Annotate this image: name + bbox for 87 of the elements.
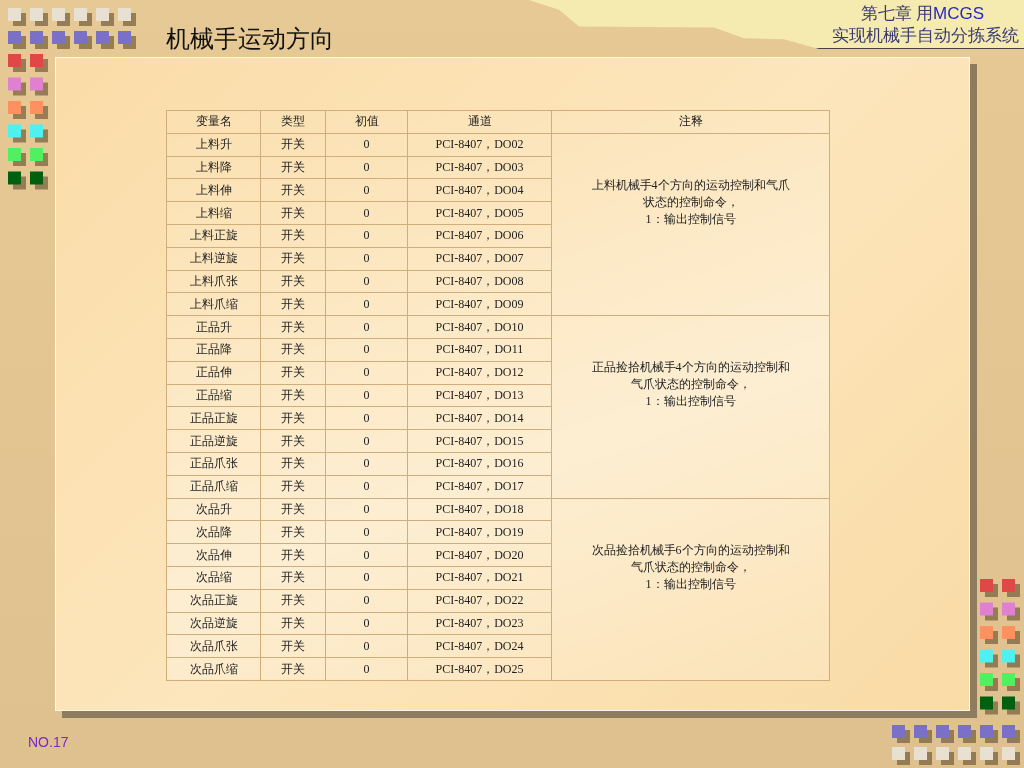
note-cell: 正品捡拾机械手4个方向的运动控制和 气爪状态的控制命令， 1：输出控制信号 — [551, 315, 830, 499]
table-cell: 开关 — [260, 201, 326, 225]
column-header: 变量名 — [166, 110, 261, 134]
table-cell: 开关 — [260, 292, 326, 316]
table-cell: 上料降 — [166, 156, 261, 179]
table-cell: 0 — [325, 498, 408, 521]
table-cell: 开关 — [260, 133, 326, 157]
table-cell: 上料正旋 — [166, 224, 261, 248]
table-cell: 次品爪张 — [166, 634, 261, 658]
table-cell: 开关 — [260, 634, 326, 658]
table-cell: 开关 — [260, 247, 326, 271]
table-cell: 0 — [325, 270, 408, 293]
table-cell: 次品缩 — [166, 566, 261, 590]
table-cell: 0 — [325, 589, 408, 613]
column-header: 初值 — [325, 110, 408, 134]
table-cell: 开关 — [260, 520, 326, 544]
table-cell: 0 — [325, 201, 408, 225]
table-cell: 开关 — [260, 657, 326, 681]
table-cell: 0 — [325, 247, 408, 271]
table-cell: PCI-8407，DO02 — [407, 133, 552, 157]
note-cell: 次品捡拾机械手6个方向的运动控制和 气爪状态的控制命令， 1：输出控制信号 — [551, 498, 830, 681]
table-cell: 开关 — [260, 498, 326, 521]
table-cell: 上料爪缩 — [166, 292, 261, 316]
table-cell: 正品正旋 — [166, 406, 261, 430]
table-cell: 次品降 — [166, 520, 261, 544]
table-cell: 正品缩 — [166, 384, 261, 407]
table-cell: 开关 — [260, 384, 326, 407]
table-cell: 0 — [325, 406, 408, 430]
table-cell: 开关 — [260, 429, 326, 453]
table-cell: 开关 — [260, 543, 326, 567]
table-cell: 0 — [325, 224, 408, 248]
table-cell: 开关 — [260, 224, 326, 248]
table-cell: 上料爪张 — [166, 270, 261, 293]
column-header: 注释 — [551, 110, 830, 134]
table-cell: PCI-8407，DO18 — [407, 498, 552, 521]
table-cell: 开关 — [260, 452, 326, 476]
column-header: 类型 — [260, 110, 326, 134]
table-cell: 0 — [325, 178, 408, 202]
chapter-title: 第七章 用MCGS — [860, 3, 984, 25]
table-cell: 开关 — [260, 566, 326, 590]
table-cell: 0 — [325, 543, 408, 567]
table-cell: 0 — [325, 566, 408, 590]
table-cell: 次品爪缩 — [166, 657, 261, 681]
page-number: NO.17 — [28, 734, 69, 750]
table-cell: PCI-8407，DO10 — [407, 315, 552, 339]
table-cell: 0 — [325, 452, 408, 476]
table-cell: 正品降 — [166, 338, 261, 362]
chapter-subtitle: 实现机械手自动分拣系统 — [832, 25, 1019, 47]
table-cell: 0 — [325, 429, 408, 453]
table-cell: 开关 — [260, 178, 326, 202]
table-cell: 次品升 — [166, 498, 261, 521]
table-cell: 开关 — [260, 475, 326, 499]
table-cell: 上料缩 — [166, 201, 261, 225]
table-cell: 上料逆旋 — [166, 247, 261, 271]
note-cell: 上料机械手4个方向的运动控制和气爪 状态的控制命令， 1：输出控制信号 — [551, 133, 830, 316]
table-cell: 开关 — [260, 406, 326, 430]
table-cell: 开关 — [260, 156, 326, 179]
table-cell: 0 — [325, 657, 408, 681]
table-cell: 正品逆旋 — [166, 429, 261, 453]
table-cell: 正品升 — [166, 315, 261, 339]
table-cell: 0 — [325, 384, 408, 407]
table-cell: 0 — [325, 133, 408, 157]
table-cell: 0 — [325, 315, 408, 339]
table-cell: 0 — [325, 612, 408, 635]
table-cell: 次品正旋 — [166, 589, 261, 613]
table-cell: 开关 — [260, 315, 326, 339]
table-cell: 0 — [325, 475, 408, 499]
table-cell: 0 — [325, 361, 408, 385]
table-cell: 0 — [325, 634, 408, 658]
table-cell: 正品伸 — [166, 361, 261, 385]
table-cell: 0 — [325, 520, 408, 544]
table-cell: 正品爪缩 — [166, 475, 261, 499]
table-cell: 0 — [325, 338, 408, 362]
slide-title: 机械手运动方向 — [166, 25, 334, 54]
table-cell: 开关 — [260, 338, 326, 362]
table-cell: 0 — [325, 292, 408, 316]
table-cell: 开关 — [260, 361, 326, 385]
table-cell: 开关 — [260, 589, 326, 613]
table-cell: 上料伸 — [166, 178, 261, 202]
table-cell: 上料升 — [166, 133, 261, 157]
table-cell: 正品爪张 — [166, 452, 261, 476]
table-cell: 次品伸 — [166, 543, 261, 567]
table-cell: 开关 — [260, 612, 326, 635]
table-cell: 开关 — [260, 270, 326, 293]
table-cell: 次品逆旋 — [166, 612, 261, 635]
table-cell: 0 — [325, 156, 408, 179]
column-header: 通道 — [407, 110, 552, 134]
